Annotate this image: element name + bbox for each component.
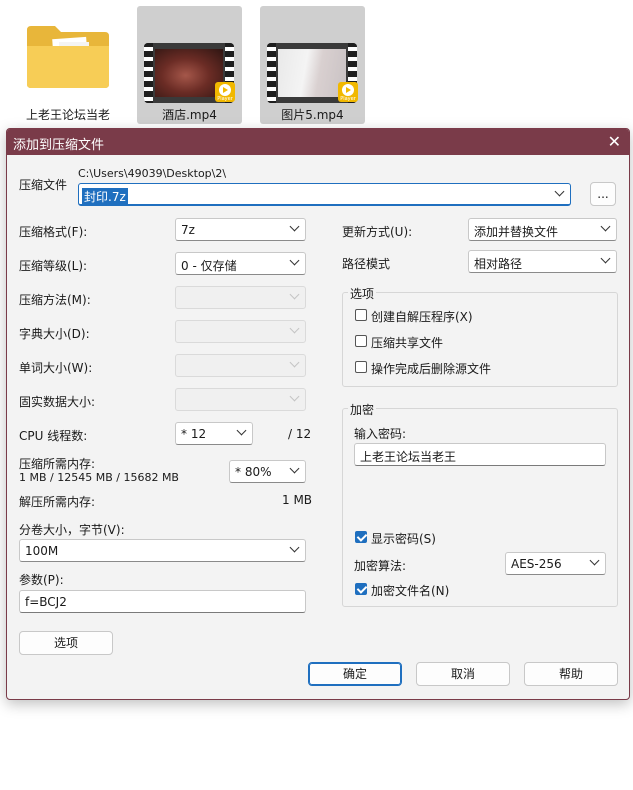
desktop-folder[interactable]: 上老王论坛当老 xyxy=(18,14,118,124)
params-label: 参数(P): xyxy=(19,573,64,587)
chevron-down-icon xyxy=(236,425,247,436)
method-select xyxy=(175,286,306,309)
chevron-down-icon xyxy=(554,186,565,197)
shared-label: 压缩共享文件 xyxy=(371,336,444,350)
desktop-video-file-2[interactable]: Player 图片5.mp4 xyxy=(260,6,365,124)
enc-method-label: 加密算法: xyxy=(354,559,407,573)
dict-label: 字典大小(D): xyxy=(19,327,90,341)
desktop-video-label-2: 图片5.mp4 xyxy=(281,108,344,122)
desktop-video-label: 酒店.mp4 xyxy=(162,108,217,122)
decomp-label: 解压所需内存: xyxy=(19,495,96,509)
sfx-label: 创建自解压程序(X) xyxy=(371,310,473,324)
browse-button[interactable]: ... xyxy=(590,182,616,206)
chevron-down-icon xyxy=(289,255,300,266)
archive-path: C:\Users\49039\Desktop\2\ xyxy=(78,167,227,180)
enc-filenames-label: 加密文件名(N) xyxy=(371,584,450,598)
desktop-video-file[interactable]: Player 酒店.mp4 xyxy=(137,6,242,124)
chevron-down-icon xyxy=(289,463,300,474)
options-group-title: 选项 xyxy=(348,285,377,302)
path-mode-select[interactable]: 相对路径 xyxy=(468,250,617,273)
update-select[interactable]: 添加并替换文件 xyxy=(468,218,617,241)
cpu-select[interactable]: * 12 xyxy=(175,422,253,445)
method-label: 压缩方法(M): xyxy=(19,293,91,307)
params-input[interactable]: f=BCJ2 xyxy=(19,590,306,613)
shared-checkbox[interactable] xyxy=(355,335,367,347)
close-icon[interactable]: ✕ xyxy=(608,132,621,151)
solid-label: 固实数据大小: xyxy=(19,395,96,409)
mem-select[interactable]: * 80% xyxy=(229,460,306,483)
word-select xyxy=(175,354,306,377)
chevron-down-icon xyxy=(289,542,300,553)
mem-detail: 1 MB / 12545 MB / 15682 MB xyxy=(19,471,179,484)
dict-select xyxy=(175,320,306,343)
decomp-value: 1 MB xyxy=(282,493,313,507)
cancel-button[interactable]: 取消 xyxy=(416,662,510,686)
delete-checkbox[interactable] xyxy=(355,361,367,373)
update-label: 更新方式(U): xyxy=(342,225,413,239)
desktop-folder-label: 上老王论坛当老 xyxy=(25,108,110,122)
mem-label: 压缩所需内存: xyxy=(19,457,96,471)
enc-method-select[interactable]: AES-256 xyxy=(505,552,606,575)
chevron-down-icon xyxy=(600,253,611,264)
show-password-checkbox[interactable] xyxy=(355,531,367,543)
cpu-total: / 12 xyxy=(288,427,312,441)
level-select[interactable]: 0 - 仅存储 xyxy=(175,252,306,275)
ok-button[interactable]: 确定 xyxy=(308,662,402,686)
password-label: 输入密码: xyxy=(354,427,407,441)
show-password-label: 显示密码(S) xyxy=(371,532,436,546)
options-button[interactable]: 选项 xyxy=(19,631,113,655)
dialog-title: 添加到压缩文件 xyxy=(13,138,105,153)
chevron-down-icon xyxy=(600,221,611,232)
cpu-label: CPU 线程数: xyxy=(19,429,88,443)
delete-label: 操作完成后删除源文件 xyxy=(371,362,492,376)
sfx-checkbox[interactable] xyxy=(355,309,367,321)
password-input[interactable]: 上老王论坛当老王 xyxy=(354,443,606,466)
format-label: 压缩格式(F): xyxy=(19,225,88,239)
help-button[interactable]: 帮助 xyxy=(524,662,618,686)
volume-label: 分卷大小，字节(V): xyxy=(19,523,125,537)
encrypt-group-title: 加密 xyxy=(348,401,377,418)
player-badge-icon: Player xyxy=(215,82,235,102)
archive-name-combo[interactable]: 封印.7z xyxy=(78,183,571,206)
title-bar: 添加到压缩文件 ✕ xyxy=(7,129,629,155)
volume-select[interactable]: 100M xyxy=(19,539,306,562)
level-label: 压缩等级(L): xyxy=(19,259,88,273)
format-select[interactable]: 7z xyxy=(175,218,306,241)
enc-filenames-checkbox[interactable] xyxy=(355,583,367,595)
chevron-down-icon xyxy=(289,221,300,232)
solid-select xyxy=(175,388,306,411)
folder-icon xyxy=(27,26,109,88)
add-to-archive-dialog: 添加到压缩文件 ✕ 压缩文件 C:\Users\49039\Desktop\2\… xyxy=(6,128,630,700)
chevron-down-icon xyxy=(589,555,600,566)
word-label: 单词大小(W): xyxy=(19,361,93,375)
player-badge-icon-2: Player xyxy=(338,82,358,102)
archive-label: 压缩文件 xyxy=(19,178,68,192)
path-mode-label: 路径模式 xyxy=(342,257,391,271)
